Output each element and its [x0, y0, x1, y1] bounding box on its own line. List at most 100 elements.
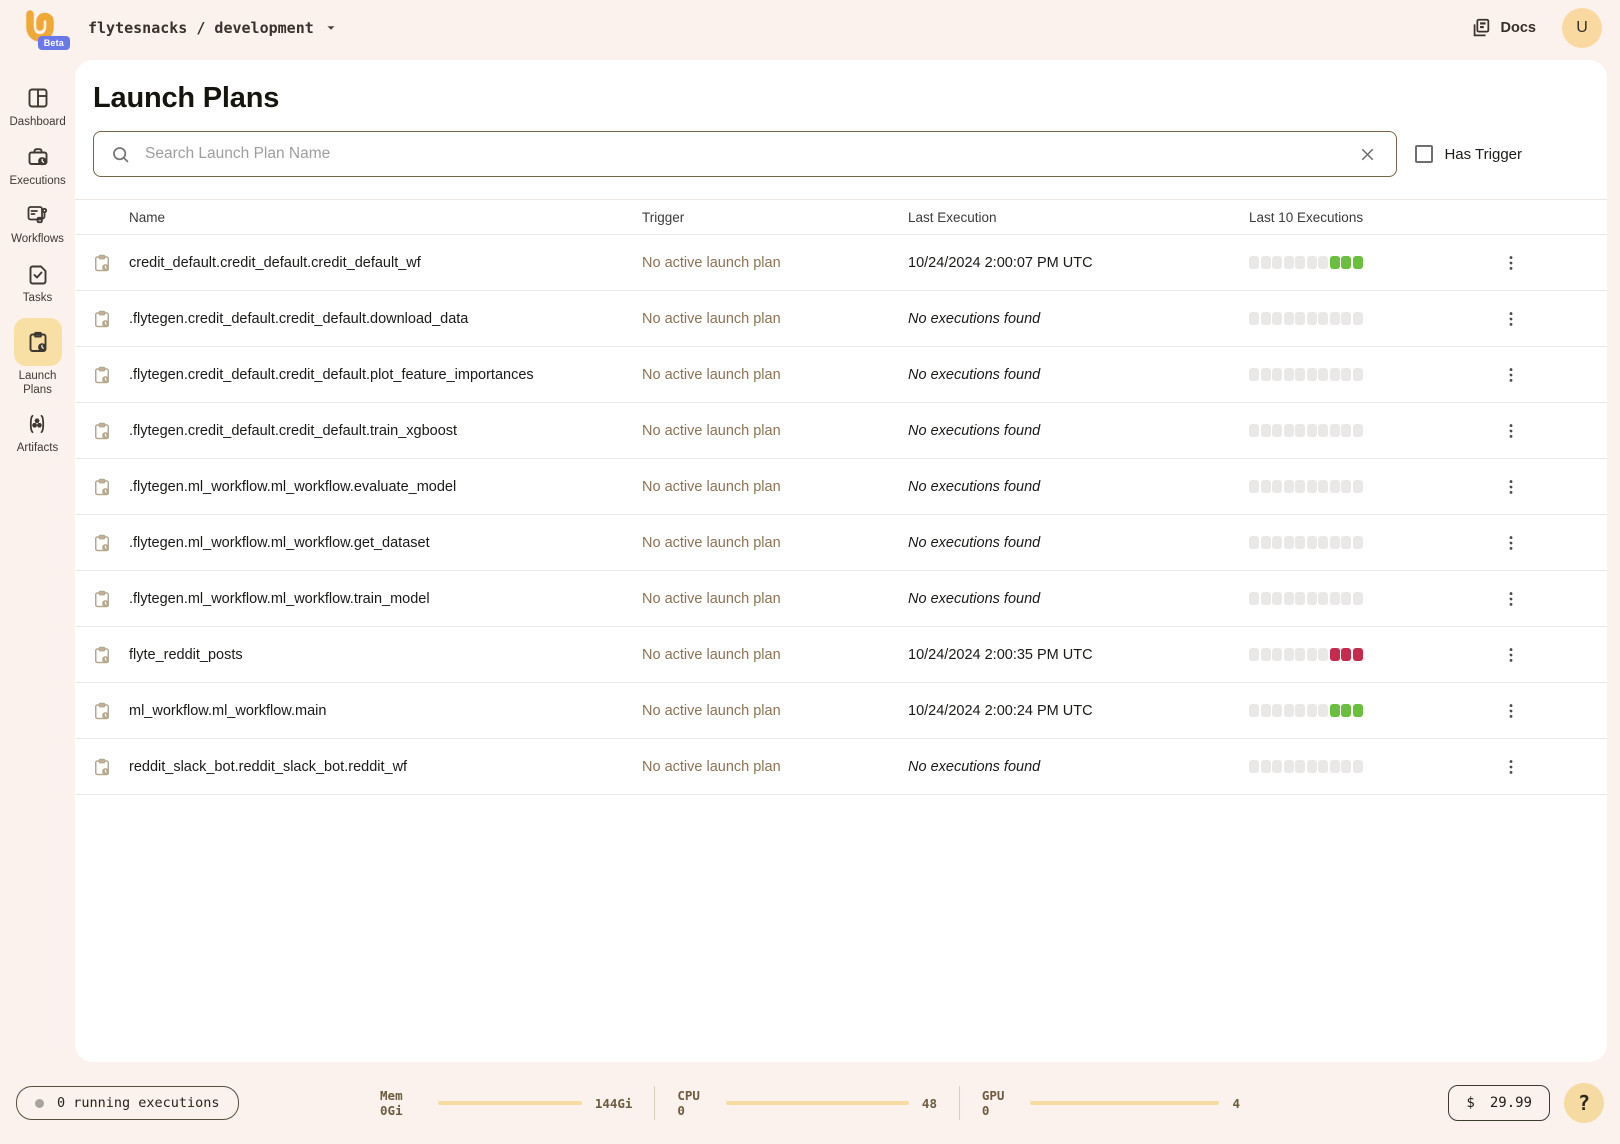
launch-plan-name: .flytegen.credit_default.credit_default.…	[129, 367, 642, 383]
launch-plan-icon	[75, 757, 129, 777]
launch-plan-name: reddit_slack_bot.reddit_slack_bot.reddit…	[129, 759, 642, 775]
resource-gpu: GPU 04	[982, 1088, 1240, 1118]
row-menu-button[interactable]	[1497, 249, 1525, 277]
sidebar-item-launch-plans[interactable]: Launch Plans	[10, 318, 66, 397]
table-row[interactable]: ml_workflow.ml_workflow.mainNo active la…	[75, 683, 1607, 739]
table-row[interactable]: .flytegen.ml_workflow.ml_workflow.evalua…	[75, 459, 1607, 515]
execution-status-square	[1295, 368, 1305, 381]
running-executions-label: 0 running executions	[57, 1095, 220, 1111]
help-button[interactable]: ?	[1564, 1083, 1604, 1123]
docs-button[interactable]: Docs	[1464, 16, 1542, 40]
table-row[interactable]: credit_default.credit_default.credit_def…	[75, 235, 1607, 291]
topbar-right: Docs U	[1464, 8, 1602, 48]
row-menu-button[interactable]	[1497, 361, 1525, 389]
breadcrumb[interactable]: flytesnacks / development	[88, 19, 338, 37]
execution-status-square	[1272, 536, 1282, 549]
execution-status-square	[1353, 536, 1363, 549]
execution-status-square	[1249, 592, 1259, 605]
table-row[interactable]: flyte_reddit_postsNo active launch plan1…	[75, 627, 1607, 683]
execution-status-square	[1307, 424, 1317, 437]
execution-status-square	[1341, 368, 1351, 381]
execution-status-square	[1295, 424, 1305, 437]
row-menu-button[interactable]	[1497, 753, 1525, 781]
sidebar-item-executions[interactable]: Executions	[10, 143, 66, 189]
launch-plan-icon	[75, 701, 129, 721]
execution-status-square	[1284, 592, 1294, 605]
execution-status-square	[1341, 312, 1351, 325]
execution-status-square	[1330, 424, 1340, 437]
last-execution: No executions found	[908, 367, 1249, 383]
execution-status-square	[1284, 648, 1294, 661]
row-menu-button[interactable]	[1497, 305, 1525, 333]
workflows-icon	[17, 201, 57, 229]
resource-divider	[959, 1086, 960, 1120]
last-execution: 10/24/2024 2:00:35 PM UTC	[908, 647, 1249, 663]
execution-status-square	[1272, 704, 1282, 717]
avatar[interactable]: U	[1562, 8, 1602, 48]
running-status-dot-icon	[35, 1099, 44, 1108]
execution-status-square	[1272, 424, 1282, 437]
launch-plan-name: .flytegen.credit_default.credit_default.…	[129, 423, 642, 439]
credits-button[interactable]: $ 29.99	[1448, 1085, 1550, 1121]
union-logo[interactable]: Beta	[18, 5, 62, 51]
execution-status-square	[1272, 592, 1282, 605]
executions-icon	[18, 143, 58, 171]
execution-status-square	[1272, 312, 1282, 325]
execution-status-square	[1284, 424, 1294, 437]
row-menu-button[interactable]	[1497, 417, 1525, 445]
execution-status-square	[1330, 256, 1340, 269]
table-row[interactable]: .flytegen.credit_default.credit_default.…	[75, 347, 1607, 403]
execution-status-square	[1330, 312, 1340, 325]
table-row[interactable]: .flytegen.credit_default.credit_default.…	[75, 291, 1607, 347]
clear-search-button[interactable]	[1355, 142, 1380, 167]
sidebar-item-workflows[interactable]: Workflows	[11, 201, 64, 247]
execution-status-square	[1353, 424, 1363, 437]
sidebar-item-tasks[interactable]: Tasks	[18, 260, 58, 306]
table-row[interactable]: .flytegen.credit_default.credit_default.…	[75, 403, 1607, 459]
beta-badge: Beta	[38, 36, 70, 50]
execution-status-square	[1353, 592, 1363, 605]
execution-status-square	[1307, 648, 1317, 661]
trigger-status: No active launch plan	[642, 647, 908, 663]
has-trigger-filter[interactable]: Has Trigger	[1415, 145, 1522, 163]
execution-status-square	[1295, 480, 1305, 493]
execution-status-square	[1318, 312, 1328, 325]
sidebar-item-artifacts[interactable]: Artifacts	[17, 410, 59, 456]
sidebar-item-dashboard[interactable]: Dashboard	[10, 84, 66, 130]
column-header-trigger: Trigger	[642, 210, 908, 225]
execution-status-square	[1307, 760, 1317, 773]
row-menu-button[interactable]	[1497, 697, 1525, 725]
table-row[interactable]: reddit_slack_bot.reddit_slack_bot.reddit…	[75, 739, 1607, 795]
search-input[interactable]	[143, 144, 1343, 164]
execution-status-square	[1341, 480, 1351, 493]
docs-icon	[1470, 17, 1492, 39]
row-menu-button[interactable]	[1497, 529, 1525, 557]
execution-status-square	[1341, 592, 1351, 605]
execution-status-square	[1318, 648, 1328, 661]
currency-symbol: $	[1466, 1095, 1474, 1111]
row-menu-button[interactable]	[1497, 585, 1525, 613]
search-icon	[110, 144, 131, 165]
footer-right: $ 29.99 ?	[1448, 1083, 1604, 1123]
launch-plan-name: .flytegen.ml_workflow.ml_workflow.evalua…	[129, 479, 642, 495]
last10-executions	[1249, 760, 1497, 773]
running-executions-button[interactable]: 0 running executions	[16, 1086, 239, 1120]
execution-status-square	[1272, 760, 1282, 773]
launch-plan-name: credit_default.credit_default.credit_def…	[129, 255, 642, 271]
execution-status-square	[1261, 648, 1271, 661]
launch-plan-icon	[75, 477, 129, 497]
row-menu-button[interactable]	[1497, 473, 1525, 501]
launch-plan-icon	[75, 421, 129, 441]
last10-executions	[1249, 480, 1497, 493]
execution-status-square	[1307, 592, 1317, 605]
execution-status-square	[1318, 760, 1328, 773]
credits-amount: 29.99	[1490, 1095, 1532, 1111]
launch-plan-icon	[75, 309, 129, 329]
execution-status-square	[1284, 312, 1294, 325]
table-row[interactable]: .flytegen.ml_workflow.ml_workflow.get_da…	[75, 515, 1607, 571]
row-menu-button[interactable]	[1497, 641, 1525, 669]
has-trigger-checkbox[interactable]	[1415, 145, 1433, 163]
table-row[interactable]: .flytegen.ml_workflow.ml_workflow.train_…	[75, 571, 1607, 627]
resource-usage-bar	[726, 1101, 909, 1105]
tasks-icon	[18, 260, 58, 288]
